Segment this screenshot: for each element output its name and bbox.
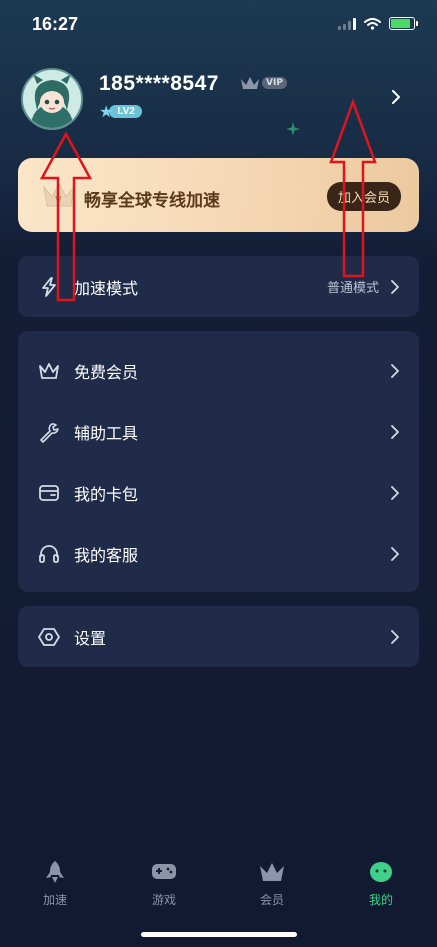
home-indicator bbox=[141, 932, 297, 937]
gamepad-icon bbox=[152, 864, 176, 879]
settings-card: 设置 bbox=[18, 606, 419, 667]
level-badge: ★ LV2 bbox=[99, 101, 142, 121]
menu-item-free-vip[interactable]: 免费会员 bbox=[18, 340, 419, 401]
chevron-right-icon bbox=[391, 485, 399, 500]
cellular-signal-icon bbox=[338, 17, 356, 30]
accel-mode-value: 普通模式 bbox=[326, 281, 379, 296]
chevron-right-icon bbox=[391, 279, 399, 294]
headset-icon bbox=[39, 544, 59, 563]
mascot-icon bbox=[370, 862, 392, 882]
promo-text: 畅享全球专线加速 bbox=[84, 191, 220, 211]
level-star-icon: ★ bbox=[99, 101, 114, 121]
vip-crown-icon bbox=[241, 77, 259, 89]
accel-mode-row[interactable]: 加速模式 普通模式 bbox=[18, 256, 419, 317]
settings-label: 设置 bbox=[74, 628, 107, 648]
accel-mode-card: 加速模式 普通模式 bbox=[18, 256, 419, 317]
avatar-image bbox=[23, 70, 81, 128]
avatar[interactable] bbox=[21, 68, 83, 130]
vip-promo-banner[interactable]: V 畅享全球专线加速 加入会员 bbox=[18, 158, 419, 232]
tab-accelerate[interactable]: 加速 bbox=[20, 860, 90, 908]
wrench-icon bbox=[40, 422, 59, 443]
menu-item-label: 我的卡包 bbox=[74, 484, 139, 504]
wifi-icon bbox=[364, 17, 381, 30]
crown-icon bbox=[39, 362, 59, 379]
crown-icon bbox=[260, 863, 284, 881]
menu-item-tools[interactable]: 辅助工具 bbox=[18, 401, 419, 462]
wallet-icon bbox=[39, 484, 59, 501]
tab-membership[interactable]: 会员 bbox=[237, 860, 307, 908]
username: 185****8547 bbox=[99, 72, 219, 95]
level-label: LV2 bbox=[109, 104, 142, 118]
chevron-right-icon bbox=[391, 424, 399, 439]
rocket-icon bbox=[46, 861, 64, 883]
chevron-right-icon bbox=[391, 363, 399, 378]
tab-label: 加速 bbox=[42, 893, 67, 907]
accel-mode-label: 加速模式 bbox=[74, 278, 139, 298]
vip-label: VIP bbox=[262, 77, 287, 89]
menu-item-label: 我的客服 bbox=[74, 545, 139, 565]
tab-label: 会员 bbox=[259, 893, 284, 907]
menu-item-settings[interactable]: 设置 bbox=[18, 606, 419, 667]
vip-badge: VIP bbox=[240, 76, 287, 90]
promo-crown-icon: V bbox=[43, 182, 75, 207]
tab-games[interactable]: 游戏 bbox=[129, 860, 199, 908]
lightning-icon bbox=[42, 276, 56, 297]
chevron-right-icon bbox=[391, 629, 399, 644]
status-time: 16:27 bbox=[32, 14, 79, 34]
battery-icon bbox=[389, 17, 418, 30]
profile-chevron-icon[interactable] bbox=[391, 90, 401, 104]
tab-mine[interactable]: 我的 bbox=[346, 860, 416, 908]
status-icons bbox=[338, 17, 418, 30]
join-vip-button[interactable]: 加入会员 bbox=[326, 182, 401, 211]
menu-group-card: 免费会员 辅助工具 我的卡包 我的客服 bbox=[18, 331, 419, 592]
settings-icon bbox=[38, 627, 60, 646]
chevron-right-icon bbox=[391, 546, 399, 561]
menu-item-support[interactable]: 我的客服 bbox=[18, 523, 419, 584]
tab-label: 游戏 bbox=[151, 893, 176, 907]
menu-item-wallet[interactable]: 我的卡包 bbox=[18, 462, 419, 523]
svg-text:V: V bbox=[55, 195, 62, 206]
menu-item-label: 免费会员 bbox=[74, 362, 139, 382]
tab-label: 我的 bbox=[368, 893, 393, 907]
bottom-tab-bar: 加速 游戏 会员 我的 bbox=[0, 848, 437, 918]
menu-item-label: 辅助工具 bbox=[74, 423, 139, 443]
sparkle-icon bbox=[286, 122, 300, 136]
